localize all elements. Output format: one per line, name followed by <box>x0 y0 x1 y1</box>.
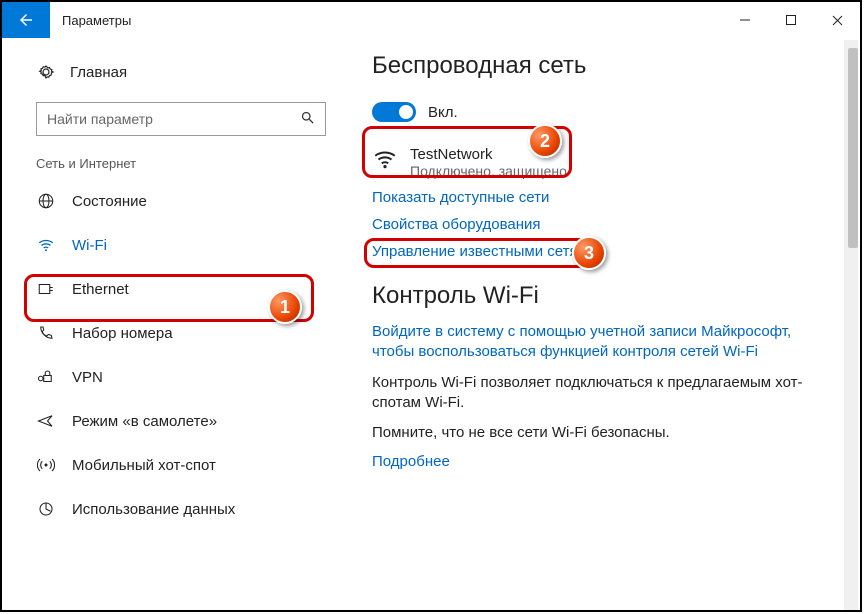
main-content: Беспроводная сеть Вкл. TestNetwork Подкл… <box>352 38 860 610</box>
sidebar-item-ethernet[interactable]: Ethernet <box>36 267 352 311</box>
link-sign-in[interactable]: Войдите в систему с помощью учетной запи… <box>372 322 812 363</box>
sidebar-item-label: Набор номера <box>72 325 173 342</box>
search-input[interactable]: Найти параметр <box>36 102 326 136</box>
sidebar-item-label: Режим «в самолете» <box>72 413 217 430</box>
window-title: Параметры <box>50 2 722 38</box>
scrollbar-thumb[interactable] <box>848 48 858 248</box>
minimize-icon <box>740 15 750 25</box>
arrow-left-icon <box>17 11 35 29</box>
sidebar: Главная Найти параметр Сеть и Интернет С… <box>2 38 352 610</box>
sidebar-item-dialup[interactable]: Набор номера <box>36 311 352 355</box>
sidebar-item-label: Состояние <box>72 193 147 210</box>
maximize-button[interactable] <box>768 2 814 38</box>
titlebar: Параметры <box>2 2 860 38</box>
sidebar-item-label: Wi-Fi <box>72 237 107 254</box>
network-status: Подключено, защищено <box>410 163 567 179</box>
close-icon <box>832 15 843 26</box>
vpn-icon <box>36 368 56 386</box>
airplane-icon <box>36 412 56 430</box>
phone-icon <box>36 324 56 342</box>
ethernet-icon <box>36 280 56 298</box>
sidebar-item-hotspot[interactable]: Мобильный хот-спот <box>36 443 352 487</box>
wifi-toggle-label: Вкл. <box>428 104 458 121</box>
link-more[interactable]: Подробнее <box>372 453 840 470</box>
sidebar-home-label: Главная <box>70 64 127 81</box>
wifi-icon <box>36 236 56 254</box>
gear-icon <box>36 63 56 81</box>
wifi-sense-para1: Контроль Wi-Fi позволяет подключаться к … <box>372 373 812 414</box>
page-title: Беспроводная сеть <box>372 52 840 80</box>
sidebar-home[interactable]: Главная <box>36 52 352 92</box>
sidebar-item-label: VPN <box>72 369 103 386</box>
sidebar-item-airplane[interactable]: Режим «в самолете» <box>36 399 352 443</box>
wifi-toggle[interactable] <box>372 102 416 122</box>
link-hardware-properties[interactable]: Свойства оборудования <box>372 216 840 233</box>
sidebar-item-vpn[interactable]: VPN <box>36 355 352 399</box>
hotspot-icon <box>36 456 56 474</box>
wifi-signal-icon <box>372 146 398 177</box>
data-usage-icon <box>36 500 56 518</box>
sidebar-item-status[interactable]: Состояние <box>36 179 352 223</box>
back-button[interactable] <box>2 2 50 38</box>
minimize-button[interactable] <box>722 2 768 38</box>
sidebar-item-wifi[interactable]: Wi-Fi <box>36 223 352 267</box>
section-title-wifi-sense: Контроль Wi-Fi <box>372 282 840 310</box>
sidebar-item-datausage[interactable]: Использование данных <box>36 487 352 531</box>
sidebar-item-label: Мобильный хот-спот <box>72 457 216 474</box>
network-name: TestNetwork <box>410 146 567 163</box>
sidebar-item-label: Ethernet <box>72 281 129 298</box>
globe-icon <box>36 192 56 210</box>
close-button[interactable] <box>814 2 860 38</box>
link-manage-known[interactable]: Управление известными сетями <box>372 243 840 260</box>
search-placeholder: Найти параметр <box>47 111 153 127</box>
link-show-networks[interactable]: Показать доступные сети <box>372 189 840 206</box>
sidebar-category: Сеть и Интернет <box>36 156 352 171</box>
search-icon <box>300 110 315 129</box>
maximize-icon <box>786 15 796 25</box>
sidebar-item-label: Использование данных <box>72 501 235 518</box>
wifi-sense-para2: Помните, что не все сети Wi-Fi безопасны… <box>372 423 812 443</box>
